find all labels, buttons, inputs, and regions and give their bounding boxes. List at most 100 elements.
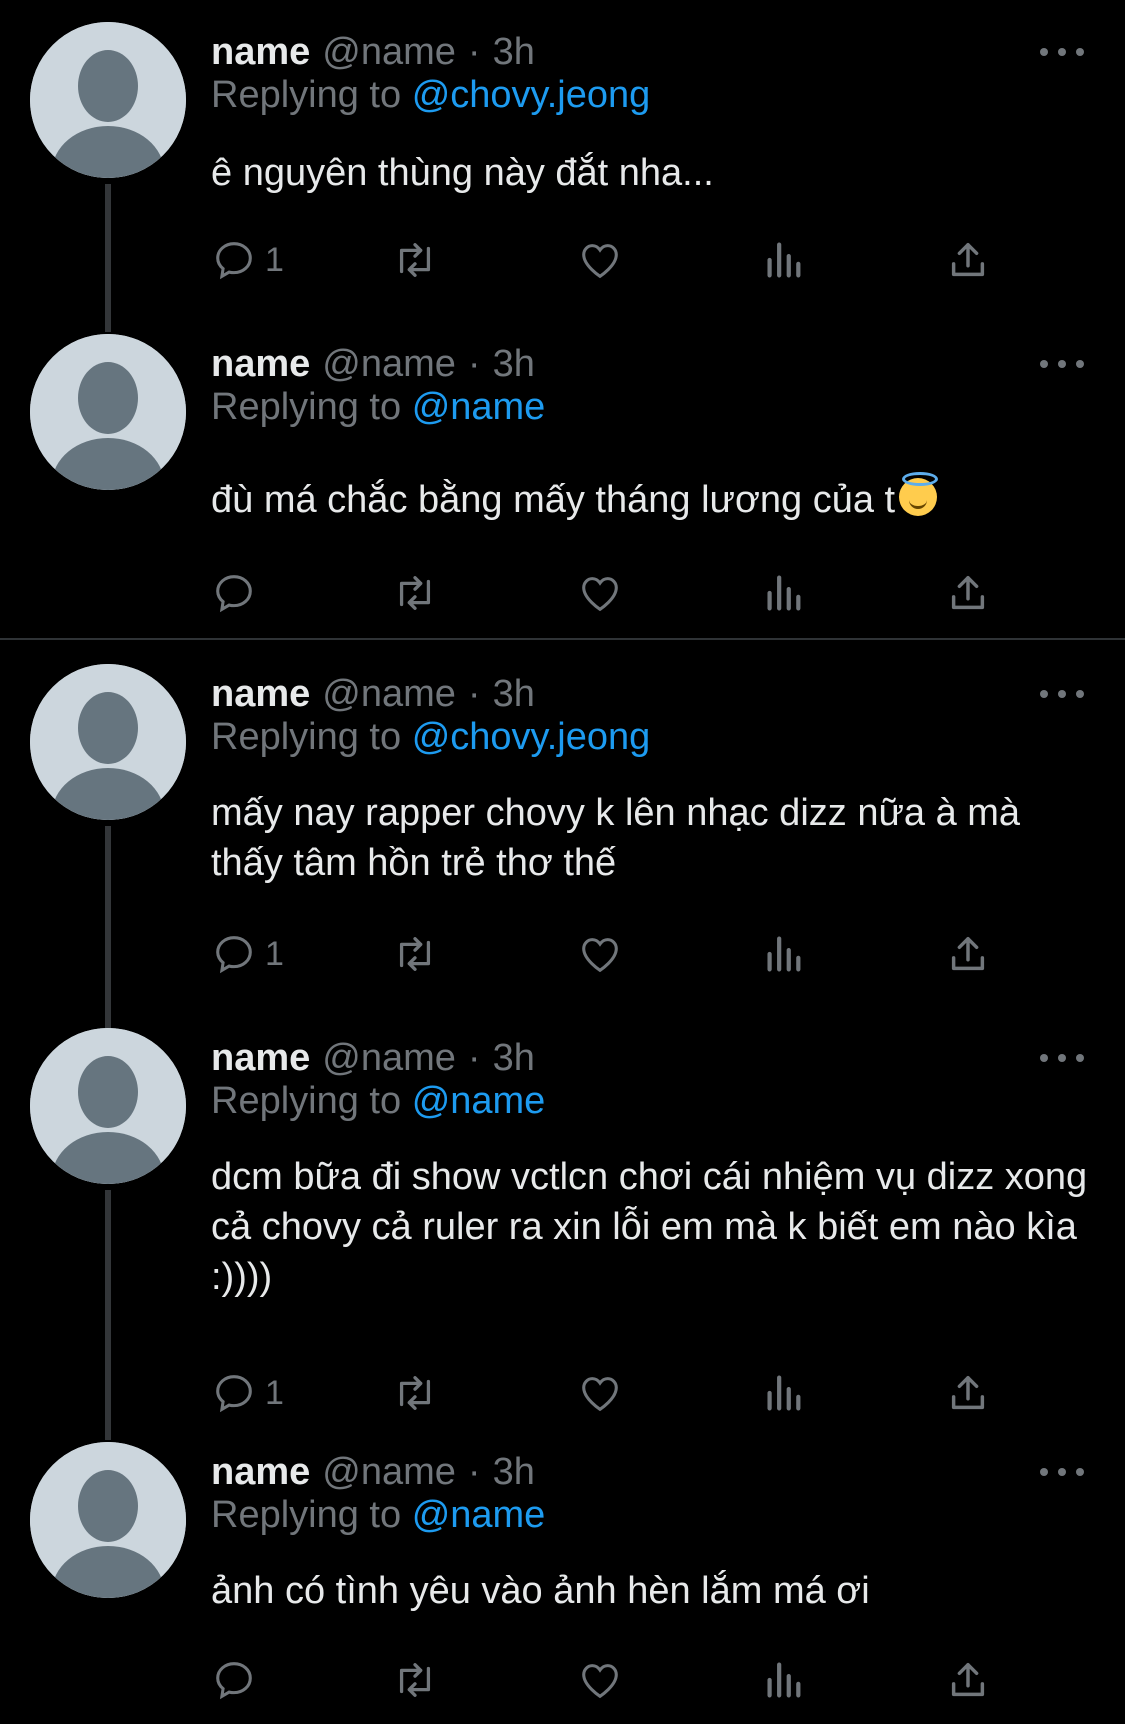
reply-icon [216, 575, 252, 613]
thread-connector [105, 1190, 111, 1440]
share-button[interactable] [945, 235, 991, 285]
tweet-actions: 1 [211, 929, 1011, 979]
reply-count: 1 [265, 934, 284, 973]
retweet-button[interactable] [391, 929, 439, 979]
replying-label: Replying to [211, 1494, 402, 1536]
like-icon [582, 1664, 618, 1699]
reply-icon [216, 1375, 252, 1413]
reply-button[interactable] [211, 568, 265, 618]
share-icon [951, 575, 985, 610]
replying-label: Replying to [211, 386, 402, 428]
share-icon [951, 242, 985, 277]
views-icon [767, 242, 801, 278]
tweet-actions [211, 568, 1011, 618]
separator-dot: · [467, 1450, 481, 1493]
views-icon [767, 575, 801, 611]
user-handle[interactable]: @name [322, 673, 456, 716]
user-handle[interactable]: @name [322, 31, 456, 74]
like-button[interactable] [577, 1655, 623, 1705]
tweet-text: ê nguyên thùng này đắt nha... [211, 152, 714, 194]
views-button[interactable] [763, 1368, 803, 1418]
reply-button[interactable] [211, 1655, 265, 1705]
tweet-actions [211, 1655, 1011, 1705]
user-handle[interactable]: @name [322, 1037, 456, 1080]
avatar[interactable] [30, 664, 186, 820]
like-button[interactable] [577, 568, 623, 618]
display-name[interactable]: name [211, 343, 310, 386]
tweet-actions: 1 [211, 1368, 1011, 1418]
timestamp[interactable]: 3h [493, 673, 535, 716]
replying-to: Replying to @name [211, 386, 545, 429]
tweet-text: đù má chắc bằng mấy tháng lương của t [211, 479, 896, 521]
like-icon [582, 1377, 618, 1412]
more-icon[interactable] [1040, 358, 1084, 370]
replying-to: Replying to @name [211, 1080, 545, 1123]
like-icon [582, 244, 618, 279]
mention-link[interactable]: @chovy.jeong [412, 74, 651, 116]
like-icon [582, 577, 618, 612]
thread-connector [105, 184, 111, 332]
more-icon[interactable] [1040, 1052, 1084, 1064]
avatar[interactable] [30, 22, 186, 178]
smiling-face-with-halo-icon [899, 472, 939, 516]
share-button[interactable] [945, 1368, 991, 1418]
share-button[interactable] [945, 568, 991, 618]
replying-to: Replying to @chovy.jeong [211, 74, 650, 117]
views-button[interactable] [763, 235, 803, 285]
retweet-icon [399, 937, 431, 971]
tweet-header: name @name · 3h [211, 334, 535, 394]
views-button[interactable] [763, 929, 803, 979]
reply-button[interactable]: 1 [211, 235, 284, 285]
mention-link[interactable]: @name [412, 386, 546, 428]
separator-dot: · [467, 672, 481, 715]
retweet-button[interactable] [391, 1368, 439, 1418]
separator-dot: · [467, 342, 481, 385]
display-name[interactable]: name [211, 673, 310, 716]
replying-to: Replying to @chovy.jeong [211, 716, 650, 759]
share-icon [951, 1375, 985, 1410]
separator-dot: · [467, 30, 481, 73]
display-name[interactable]: name [211, 1451, 310, 1494]
retweet-icon [399, 1376, 431, 1410]
reply-icon [216, 1662, 252, 1700]
reply-button[interactable]: 1 [211, 929, 284, 979]
tweet-text: dcm bữa đi show vctlcn chơi cái nhiệm vụ… [211, 1156, 1088, 1298]
retweet-button[interactable] [391, 235, 439, 285]
display-name[interactable]: name [211, 31, 310, 74]
tweet-header: name @name · 3h [211, 1028, 535, 1088]
mention-link[interactable]: @name [412, 1494, 546, 1536]
timestamp[interactable]: 3h [493, 1451, 535, 1494]
avatar[interactable] [30, 1442, 186, 1598]
views-button[interactable] [763, 1655, 803, 1705]
reply-button[interactable]: 1 [211, 1368, 284, 1418]
timestamp[interactable]: 3h [493, 1037, 535, 1080]
tweet-text: mấy nay rapper chovy k lên nhạc dizz nữa… [211, 792, 1021, 884]
timestamp[interactable]: 3h [493, 31, 535, 74]
replying-label: Replying to [211, 716, 402, 758]
tweet-header: name @name · 3h [211, 664, 535, 724]
user-handle[interactable]: @name [322, 343, 456, 386]
retweet-icon [399, 1663, 431, 1697]
retweet-button[interactable] [391, 1655, 439, 1705]
timestamp[interactable]: 3h [493, 343, 535, 386]
like-button[interactable] [577, 1368, 623, 1418]
like-icon [582, 938, 618, 973]
like-button[interactable] [577, 235, 623, 285]
share-button[interactable] [945, 929, 991, 979]
more-icon[interactable] [1040, 1466, 1084, 1478]
mention-link[interactable]: @chovy.jeong [412, 716, 651, 758]
avatar[interactable] [30, 1028, 186, 1184]
more-icon[interactable] [1040, 688, 1084, 700]
like-button[interactable] [577, 929, 623, 979]
more-icon[interactable] [1040, 46, 1084, 58]
user-handle[interactable]: @name [322, 1451, 456, 1494]
tweet-actions: 1 [211, 235, 1011, 285]
mention-link[interactable]: @name [412, 1080, 546, 1122]
views-button[interactable] [763, 568, 803, 618]
display-name[interactable]: name [211, 1037, 310, 1080]
retweet-button[interactable] [391, 568, 439, 618]
share-icon [951, 1662, 985, 1697]
avatar[interactable] [30, 334, 186, 490]
share-button[interactable] [945, 1655, 991, 1705]
tweet-text: ảnh có tình yêu vào ảnh hèn lắm má ơi [211, 1570, 870, 1612]
